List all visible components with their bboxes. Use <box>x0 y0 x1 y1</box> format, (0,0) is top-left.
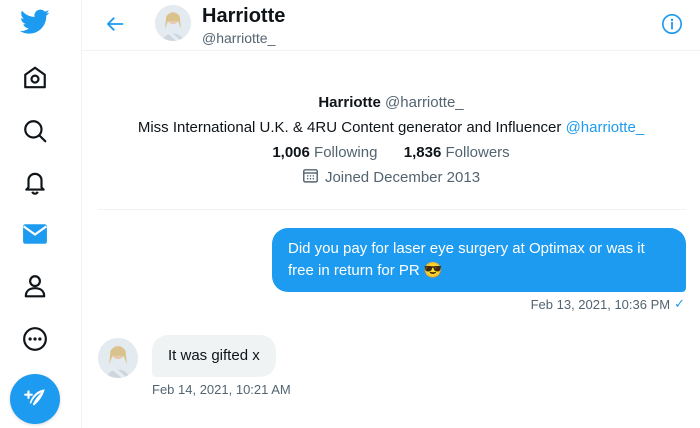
message-meta-outgoing: Feb 13, 2021, 10:36 PM ✓ <box>531 296 685 312</box>
sidebar <box>0 0 70 428</box>
column-border <box>81 0 82 428</box>
following-count: 1,006 <box>272 144 310 161</box>
message-bubble-outgoing[interactable]: Did you pay for laser eye surgery at Opt… <box>272 228 686 292</box>
followers-link[interactable]: 1,836 Followers <box>404 144 510 161</box>
conversation-header: Harriotte @harriotte_ <box>82 0 700 51</box>
search-icon[interactable] <box>17 113 53 149</box>
compose-button[interactable] <box>10 374 60 424</box>
profile-bio: Miss International U.K. & 4RU Content ge… <box>137 119 562 136</box>
header-name[interactable]: Harriotte <box>202 5 285 27</box>
profile-summary: Harriotte @harriotte_ Miss International… <box>82 90 700 190</box>
followers-count: 1,836 <box>403 144 442 161</box>
profile-joined-line: Joined December 2013 <box>82 165 700 190</box>
followers-label: Followers <box>445 144 510 161</box>
calendar-icon <box>303 169 318 183</box>
info-button[interactable] <box>660 12 684 36</box>
bell-icon[interactable] <box>17 164 53 200</box>
profile-name-line: Harriotte @harriotte_ <box>82 90 700 115</box>
header-avatar[interactable] <box>155 5 191 41</box>
profile-bio-line: Miss International U.K. & 4RU Content ge… <box>82 115 700 140</box>
following-label: Following <box>314 144 378 161</box>
back-button[interactable] <box>102 11 128 37</box>
twitter-logo-icon[interactable] <box>17 4 53 40</box>
profile-joined: Joined December 2013 <box>324 169 481 186</box>
more-icon[interactable] <box>17 321 53 357</box>
profile-icon[interactable] <box>17 268 53 304</box>
compose-tweet-icon <box>24 389 45 406</box>
message-timestamp: Feb 14, 2021, 10:21 AM <box>152 382 291 397</box>
mail-icon[interactable] <box>17 216 53 252</box>
profile-divider <box>98 209 686 210</box>
seen-check-icon: ✓ <box>674 296 685 311</box>
profile-stats: 1,006 Following 1,836 Followers <box>82 140 700 165</box>
profile-bio-mention[interactable]: @harriotte_ <box>566 119 645 136</box>
header-handle: @harriotte_ <box>202 30 276 46</box>
sender-avatar[interactable] <box>98 338 138 378</box>
home-icon[interactable] <box>17 60 53 96</box>
message-timestamp: Feb 13, 2021, 10:36 PM <box>530 296 671 312</box>
profile-handle: @harriotte_ <box>385 94 464 111</box>
following-link[interactable]: 1,006 Following <box>272 144 377 161</box>
arrow-left-icon <box>107 17 124 31</box>
message-bubble-incoming[interactable]: It was gifted x <box>152 335 276 377</box>
profile-name[interactable]: Harriotte <box>318 94 381 111</box>
info-icon <box>662 14 682 34</box>
